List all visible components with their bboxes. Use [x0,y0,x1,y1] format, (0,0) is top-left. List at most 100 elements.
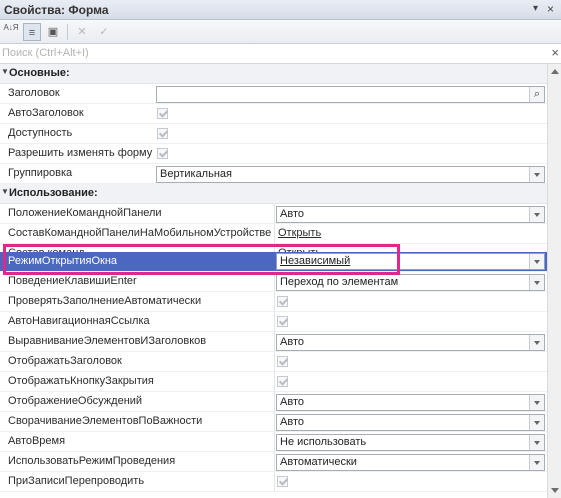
collapse-arrow-icon[interactable]: ▼ [1,67,9,76]
sort-alphabetical-icon[interactable]: А↓Я [2,23,20,41]
chevron-down-icon[interactable] [529,207,544,222]
prop-row-proveryat[interactable]: ПроверятьЗаполнениеАвтоматически [0,292,547,312]
prop-label: СворачиваниеЭлементовПоВажности [8,415,203,427]
show-close-button-checkbox[interactable] [277,376,288,387]
chevron-down-icon[interactable] [529,435,544,450]
command-bar-position-select[interactable]: Авто [276,206,545,223]
prop-label: ОтображениеОбсуждений [8,395,143,407]
open-link[interactable]: Открыть [278,227,321,239]
prop-label: АвтоНавигационнаяСсылка [8,315,150,327]
close-icon[interactable]: × [547,2,554,16]
prop-label: ОтображатьКнопкуЗакрытия [8,375,154,387]
prop-label: ПроверятьЗаполнениеАвтоматически [8,295,202,307]
prop-row-zagolovok[interactable]: Заголовок ⌕ [0,84,547,104]
auto-time-select[interactable]: Не использовать [276,434,545,451]
prop-label: АвтоЗаголовок [8,107,84,119]
auto-navigation-link-checkbox[interactable] [277,316,288,327]
section-usage[interactable]: ▼ Использование: [0,184,547,204]
chevron-down-icon[interactable] [529,254,544,269]
scroll-up-icon[interactable] [551,69,559,74]
enter-key-behavior-value[interactable]: Переход по элементам [280,276,398,288]
column-divider [274,224,275,244]
categories-icon[interactable]: ≡ [23,23,41,41]
check-filling-checkbox[interactable] [277,296,288,307]
repost-on-write-checkbox[interactable] [277,476,288,487]
prop-row-avtonav[interactable]: АвтоНавигационнаяСсылка [0,312,547,332]
chevron-down-icon[interactable] [529,167,544,182]
pin-icon[interactable]: ▣ [44,23,62,41]
prop-row-ispolz-rezhim[interactable]: ИспользоватьРежимПроведения Автоматическ… [0,452,547,472]
posting-mode-select[interactable]: Автоматически [276,454,545,471]
annotation-highlight-frame [3,244,400,275]
window-menu-icon[interactable]: ▾ [533,3,538,14]
enabled-checkbox[interactable] [157,128,168,139]
column-divider [274,452,275,472]
column-divider [274,392,275,412]
title-input[interactable]: ⌕ [156,86,545,103]
prop-row-sostav-mob[interactable]: СоставКоманднойПанелиНаМобильномУстройст… [0,224,547,244]
prop-row-otobr-knopku[interactable]: ОтображатьКнопкуЗакрытия [0,372,547,392]
collapse-by-importance-value[interactable]: Авто [280,416,304,428]
toolbar-separator [67,24,68,40]
section-main[interactable]: ▼ Основные: [0,64,547,84]
discussions-display-select[interactable]: Авто [276,394,545,411]
chevron-down-icon[interactable] [529,415,544,430]
search-icon[interactable]: ⌕ [529,87,544,102]
alignment-select[interactable]: Авто [276,334,545,351]
column-divider [274,352,275,372]
prop-row-gruppirovka[interactable]: Группировка Вертикальная [0,164,547,184]
prop-row-svorach[interactable]: СворачиваниеЭлементовПоВажности Авто [0,412,547,432]
clear-search-icon[interactable]: × [551,45,559,60]
prop-label: ОтображатьЗаголовок [8,355,122,367]
chevron-down-icon[interactable] [529,395,544,410]
prop-row-otobr-zag[interactable]: ОтображатьЗаголовок [0,352,547,372]
prop-row-pri-zapisi[interactable]: ПриЗаписиПерепроводить [0,472,547,492]
prop-label: Разрешить изменять форму [8,147,153,159]
show-title-checkbox[interactable] [277,356,288,367]
chevron-down-icon[interactable] [529,275,544,290]
search-bar[interactable]: Поиск (Ctrl+Alt+I) × [0,44,561,64]
prop-row-avtovremya[interactable]: АвтоВремя Не использовать [0,432,547,452]
cancel-icon[interactable]: ✕ [73,23,91,41]
alignment-value[interactable]: Авто [280,336,304,348]
section-usage-label: Использование: [9,187,98,199]
prop-row-razreshit[interactable]: Разрешить изменять форму [0,144,547,164]
apply-icon[interactable]: ✓ [95,23,113,41]
column-divider [274,292,275,312]
command-bar-position-value[interactable]: Авто [280,208,304,220]
prop-row-vyravnivanie[interactable]: ВыравниваниеЭлементовИЗаголовков Авто [0,332,547,352]
chevron-down-icon[interactable] [529,455,544,470]
prop-label: ВыравниваниеЭлементовИЗаголовков [8,335,207,347]
prop-row-otobr-obsuzh[interactable]: ОтображениеОбсуждений Авто [0,392,547,412]
prop-label: ПоложениеКоманднойПанели [8,207,162,219]
chevron-down-icon[interactable] [529,335,544,350]
prop-row-polozhenie[interactable]: ПоложениеКоманднойПанели Авто [0,204,547,224]
search-placeholder[interactable]: Поиск (Ctrl+Alt+I) [2,47,89,59]
section-main-label: Основные: [9,67,70,79]
allow-edit-form-checkbox[interactable] [157,148,168,159]
discussions-display-value[interactable]: Авто [280,396,304,408]
vertical-scrollbar[interactable] [547,64,561,498]
toolbar: А↓Я ≡ ▣ ✕ ✓ [0,20,561,44]
grouping-value[interactable]: Вертикальная [160,168,232,180]
collapse-arrow-icon[interactable]: ▼ [1,187,9,196]
column-divider [274,272,275,292]
scroll-down-icon[interactable] [551,488,559,493]
window-title: Свойства: Форма [4,3,109,17]
prop-label: СоставКоманднойПанелиНаМобильномУстройст… [8,227,272,239]
window-titlebar: Свойства: Форма ▾ × [0,0,561,20]
posting-mode-value[interactable]: Автоматически [280,456,357,468]
column-divider [274,312,275,332]
collapse-by-importance-select[interactable]: Авто [276,414,545,431]
prop-row-avtozagolovok[interactable]: АвтоЗаголовок [0,104,547,124]
enter-key-behavior-select[interactable]: Переход по элементам [276,274,545,291]
prop-row-dostupnost[interactable]: Доступность [0,124,547,144]
property-grid: ▼ Основные: Заголовок ⌕ АвтоЗаголовок До… [0,64,547,498]
prop-label: ПоведениеКлавишиEnter [8,275,137,287]
auto-time-value[interactable]: Не использовать [280,436,366,448]
auto-title-checkbox[interactable] [157,108,168,119]
grouping-select[interactable]: Вертикальная [156,166,545,183]
prop-label: ИспользоватьРежимПроведения [8,455,176,467]
column-divider [274,432,275,452]
prop-row-povedenie[interactable]: ПоведениеКлавишиEnter Переход по элемент… [0,272,547,292]
